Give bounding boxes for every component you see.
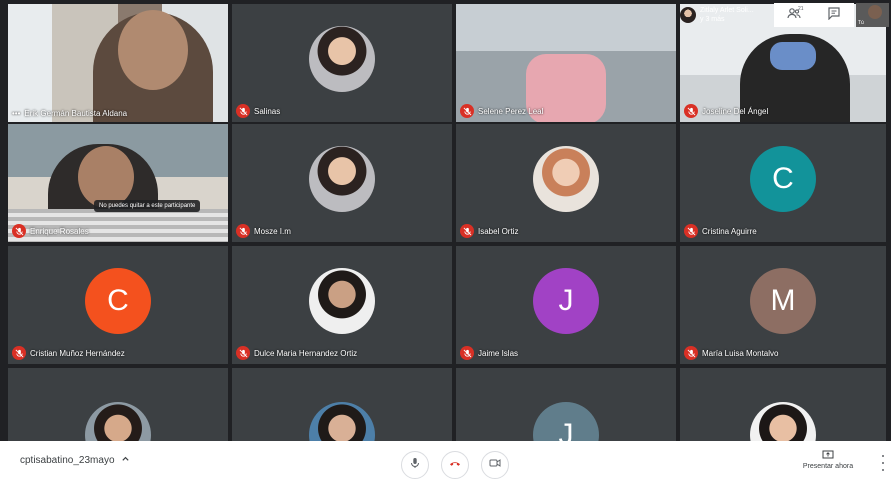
participant-video [8,4,228,122]
nameplate: Mosze I.m [236,224,291,238]
avatar: J [533,402,599,441]
nameplate: ••• Erik Germán Bautista Aldana [12,109,127,118]
participant-tile[interactable]: Isabel Ortiz [456,124,676,242]
participant-prefix: ••• [12,109,21,118]
participant-name: Jaime Islas [478,348,519,358]
participant-name: Enrique Rosales [30,226,89,236]
self-view-tile[interactable]: Tú [856,3,889,27]
top-toolbar [774,3,854,27]
participant-tile[interactable]: Mosze I.m [232,124,452,242]
participant-name: Erik Germán Bautista Aldana [24,109,128,118]
avatar [309,268,375,334]
tooltip: No puedes quitar a este participante [94,200,201,212]
participant-tile[interactable] [232,368,452,441]
participant-name: Isabel Ortiz [478,226,519,236]
avatar: J [533,268,599,334]
mic-off-icon [12,346,26,360]
nameplate: Joseline Del Ángel [684,104,768,118]
avatar [309,146,375,212]
participant-name: Cristian Muñoz Hernández [30,348,125,358]
mic-button[interactable] [401,451,429,479]
chevron-up-icon[interactable] [121,454,130,466]
present-now-button[interactable]: Presentar ahora [800,449,856,470]
mic-off-icon [684,346,698,360]
active-speaker-name: Zitlaly Arlet Soli... [700,7,754,14]
avatar: M [750,268,816,334]
participant-name: Cristina Aguirre [702,226,757,236]
participant-tile[interactable]: J Jaime Islas [456,246,676,364]
mic-off-icon [460,346,474,360]
active-speaker-more: y 3 más [700,16,725,23]
bottom-bar: cptisabatino_23mayo Presentar ahora [0,441,891,479]
participant-tile[interactable]: Selene Perez Leal [456,4,676,122]
participant-name: Salinas [254,106,281,116]
nameplate: Selene Perez Leal [460,104,543,118]
avatar: C [85,268,151,334]
participant-tile[interactable]: Dulce Maria Hernandez Ortiz [232,246,452,364]
participant-tile[interactable]: No puedes quitar a este participante Enr… [8,124,228,242]
participant-tile[interactable] [680,368,886,441]
mic-off-icon [12,224,26,238]
nameplate: Dulce Maria Hernandez Ortiz [236,346,357,360]
participant-name: Mosze I.m [254,226,291,236]
mic-off-icon [684,104,698,118]
mic-icon [409,456,421,474]
participant-tile[interactable]: J [456,368,676,441]
people-count: 21 [798,6,804,12]
nameplate: Salinas [236,104,280,118]
mic-off-icon [460,224,474,238]
self-label: Tú [858,20,864,26]
nameplate: Enrique Rosales [12,224,89,238]
chat-icon[interactable] [827,6,841,25]
avatar [533,146,599,212]
present-icon [800,449,856,461]
avatar [680,7,696,23]
present-label: Presentar ahora [802,463,854,470]
hangup-button[interactable] [441,451,469,479]
mic-off-icon [236,346,250,360]
participant-tile[interactable]: ••• Erik Germán Bautista Aldana [8,4,228,122]
nameplate: Jaime Islas [460,346,518,360]
participant-tile[interactable]: C Cristina Aguirre [680,124,886,242]
nameplate: María Luisa Montalvo [684,346,778,360]
avatar [750,402,816,441]
meeting-code: cptisabatino_23mayo [20,454,115,466]
nameplate: Isabel Ortiz [460,224,518,238]
more-vert-icon[interactable] [878,455,888,471]
meeting-details[interactable]: cptisabatino_23mayo [20,454,130,466]
participant-tile[interactable]: M María Luisa Montalvo [680,246,886,364]
nameplate: Cristian Muñoz Hernández [12,346,125,360]
participant-tile[interactable]: Salinas [232,4,452,122]
mic-off-icon [236,224,250,238]
mic-off-icon [236,104,250,118]
nameplate: Cristina Aguirre [684,224,757,238]
avatar [309,402,375,441]
camera-icon [489,456,501,474]
avatar: C [750,146,816,212]
participant-name: María Luisa Montalvo [702,348,779,358]
participant-name: Joseline Del Ángel [702,106,769,116]
mic-off-icon [460,104,474,118]
participant-tile[interactable] [8,368,228,441]
active-speakers-info: Zitlaly Arlet Soli... y 3 más [680,3,774,27]
camera-button[interactable] [481,451,509,479]
mic-off-icon [684,224,698,238]
participant-tile[interactable]: C Cristian Muñoz Hernández [8,246,228,364]
hangup-icon [449,456,461,474]
avatar [85,402,151,441]
participant-grid: ••• Erik Germán Bautista Aldana Salinas … [0,0,891,441]
avatar [309,26,375,92]
participant-name: Dulce Maria Hernandez Ortiz [254,348,358,358]
participant-name: Selene Perez Leal [478,106,544,116]
